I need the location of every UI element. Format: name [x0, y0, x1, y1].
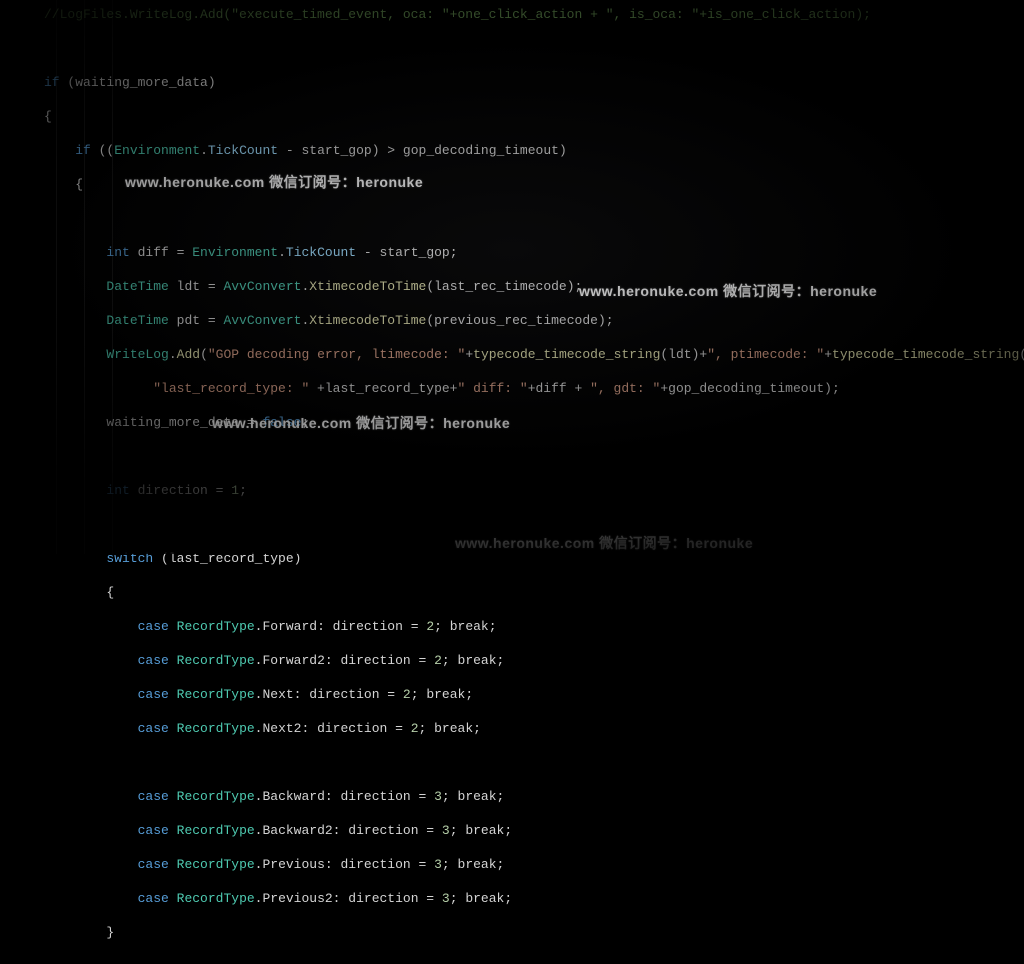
code-line: case RecordType.Backward: direction = 3;…	[44, 788, 1024, 805]
code-line	[44, 516, 1024, 533]
code-line: case RecordType.Next: direction = 2; bre…	[44, 686, 1024, 703]
code-line: case RecordType.Previous: direction = 3;…	[44, 856, 1024, 873]
code-line: }	[44, 924, 1024, 941]
code-line: case RecordType.Forward: direction = 2; …	[44, 618, 1024, 635]
code-line	[44, 210, 1024, 227]
code-line: DateTime pdt = AvvConvert.XtimecodeToTim…	[44, 312, 1024, 329]
code-line: waiting_more_data = false;	[44, 414, 1024, 431]
code-line: case RecordType.Previous2: direction = 3…	[44, 890, 1024, 907]
code-line: //LogFiles.WriteLog.Add("execute_timed_e…	[44, 6, 1024, 23]
code-line: if ((Environment.TickCount - start_gop) …	[44, 142, 1024, 159]
code-line: int diff = Environment.TickCount - start…	[44, 244, 1024, 261]
code-line	[44, 40, 1024, 57]
code-editor-content: //LogFiles.WriteLog.Add("execute_timed_e…	[0, 0, 1024, 964]
code-line: {	[44, 584, 1024, 601]
code-line	[44, 754, 1024, 771]
code-line: case RecordType.Next2: direction = 2; br…	[44, 720, 1024, 737]
watermark-text: www.heronuke.com 微信订阅号：heronuke	[579, 281, 877, 301]
code-line: case RecordType.Backward2: direction = 3…	[44, 822, 1024, 839]
code-line: case RecordType.Forward2: direction = 2;…	[44, 652, 1024, 669]
code-line: "last_record_type: " +last_record_type+"…	[44, 380, 1024, 397]
watermark-text: www.heronuke.com 微信订阅号：heronuke	[212, 413, 510, 433]
code-line: WriteLog.Add("GOP decoding error, ltimec…	[44, 346, 1024, 363]
code-line	[44, 448, 1024, 465]
code-line: if (waiting_more_data)	[44, 74, 1024, 91]
code-line: int direction = 1;	[44, 482, 1024, 499]
watermark-text: www.heronuke.com 微信订阅号：heronuke	[455, 533, 753, 553]
watermark-text: www.heronuke.com 微信订阅号：heronuke	[125, 172, 423, 192]
code-line: {	[44, 108, 1024, 125]
